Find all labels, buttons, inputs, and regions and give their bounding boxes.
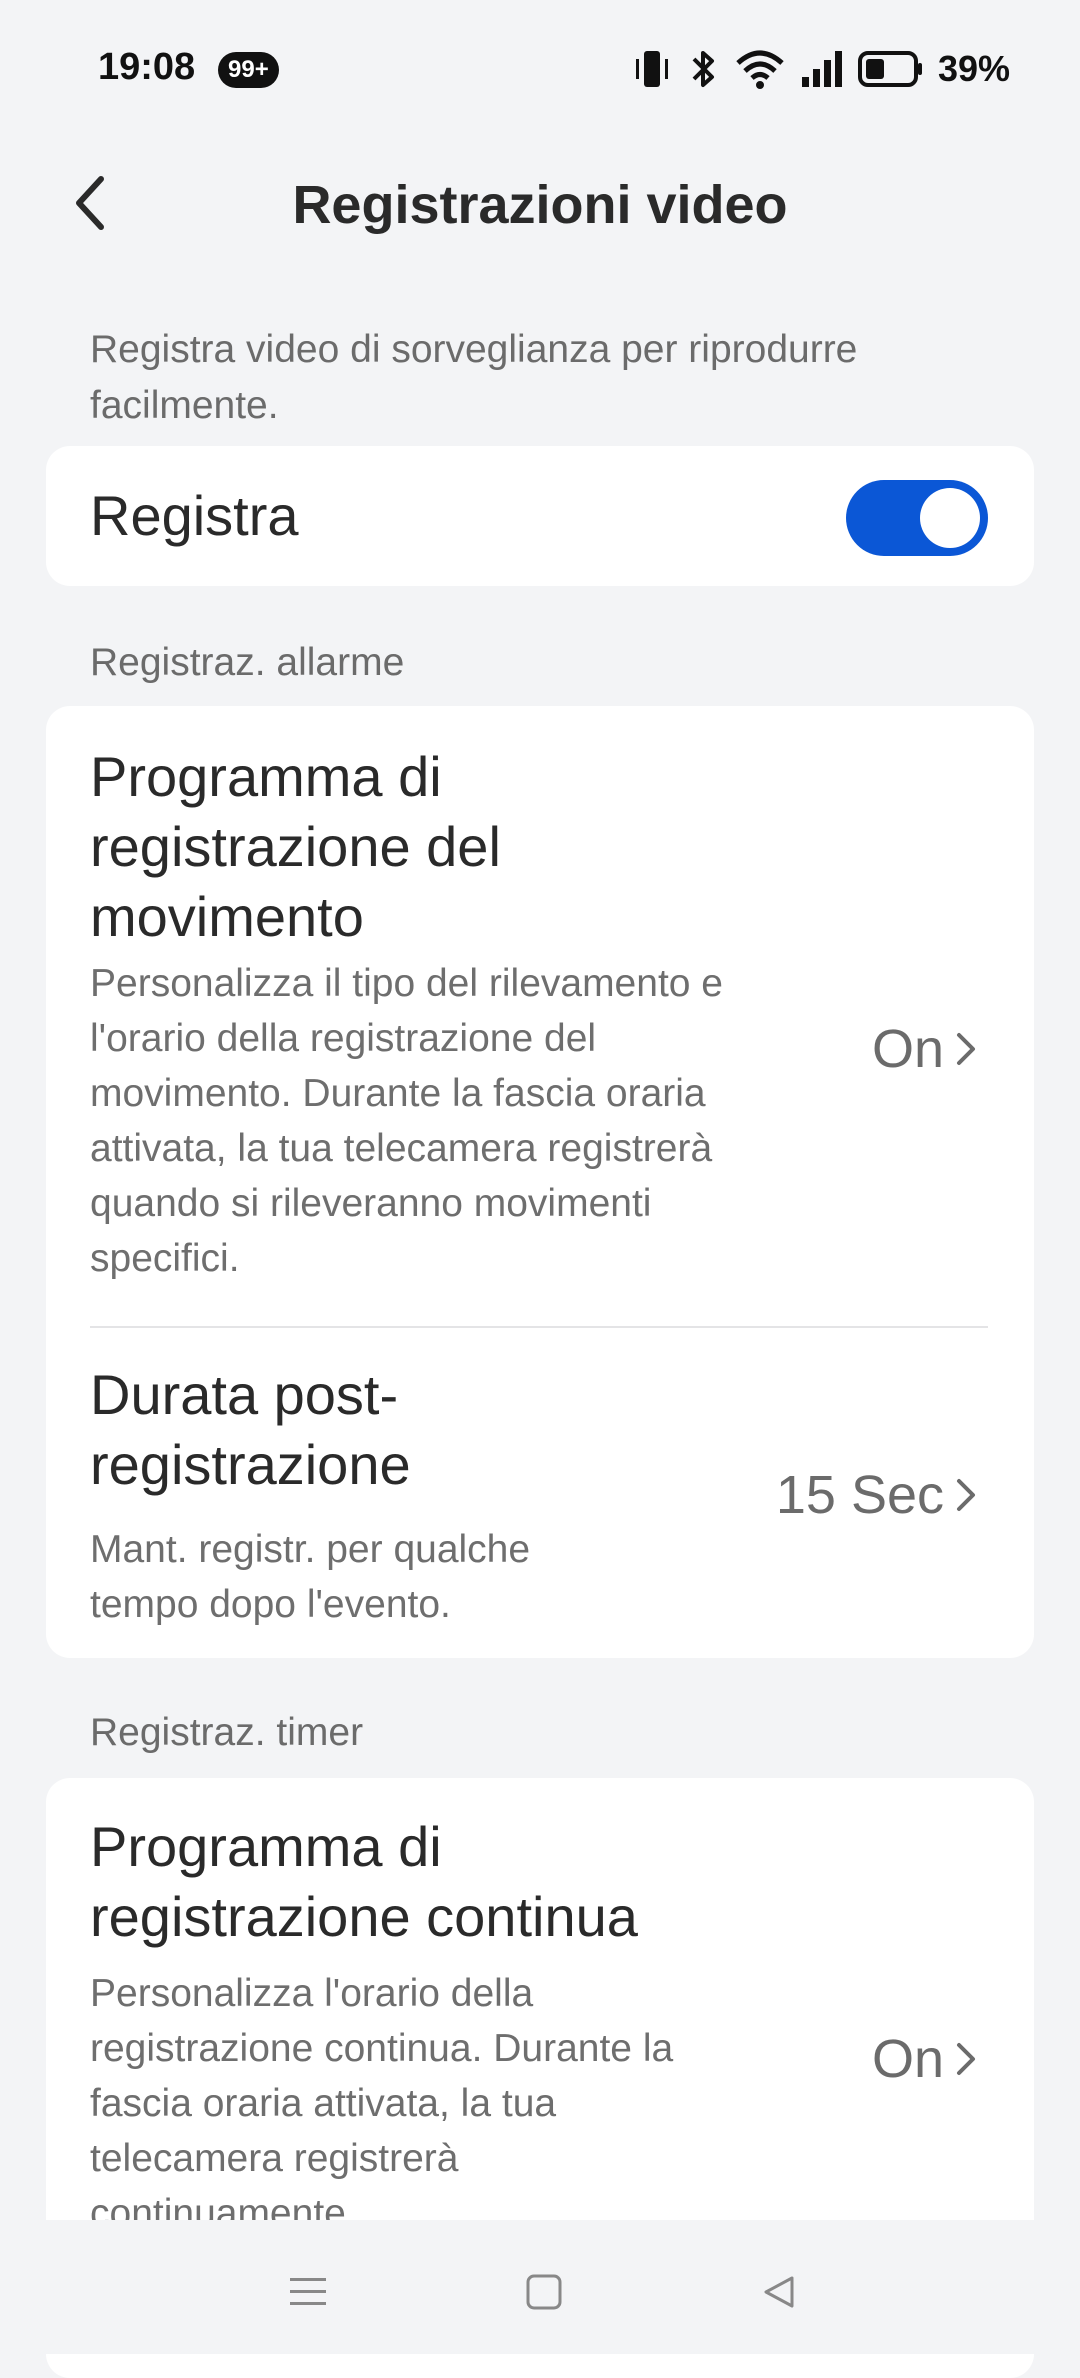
row-title: Programma di registrazione del movimento <box>90 745 501 948</box>
section-label-alarm: Registraz. allarme <box>90 641 405 684</box>
row-value: On <box>872 1018 978 1080</box>
row-description: Mant. registr. per qualche tempo dopo l'… <box>90 1528 531 1626</box>
record-toggle-label: Registra <box>90 484 299 547</box>
page-title: Registrazioni video <box>292 175 788 235</box>
system-nav-bar <box>0 2220 1080 2354</box>
row-value: On <box>872 2028 978 2090</box>
app-header: Registrazioni video <box>0 150 1080 260</box>
battery-percent: 39% <box>937 48 1010 89</box>
home-square-icon <box>524 2272 564 2317</box>
chevron-right-icon <box>954 1029 978 1069</box>
row-title: Programma di registrazione continua <box>90 1815 638 1948</box>
post-recording-duration-row[interactable]: Durata post-registrazione Mant. registr.… <box>46 1360 1034 1650</box>
row-description: Personalizza il tipo del rilevamento e l… <box>90 962 723 1280</box>
vibrate-icon <box>632 47 672 91</box>
chevron-right-icon <box>954 1475 978 1515</box>
notification-badge: 99+ <box>218 52 279 88</box>
status-bar: 19:08 99+ 39% <box>0 0 1080 140</box>
row-value-text: On <box>871 1019 944 1079</box>
back-nav-button[interactable] <box>748 2264 808 2324</box>
home-button[interactable] <box>514 2264 574 2324</box>
record-toggle-card: Registra <box>46 446 1034 586</box>
status-time: 19:08 <box>98 46 196 88</box>
section-label-timer: Registraz. timer <box>90 1711 364 1754</box>
chevron-right-icon <box>954 2039 978 2079</box>
bluetooth-icon <box>686 47 720 91</box>
row-description: Personalizza l'orario della registrazion… <box>90 1972 674 2235</box>
alarm-settings-card: Programma di registrazione del movimento… <box>46 706 1034 1658</box>
record-toggle-switch[interactable] <box>846 480 988 556</box>
intro-text: Registra video di sorveglianza per ripro… <box>90 328 858 427</box>
menu-icon <box>286 2272 330 2317</box>
recents-button[interactable] <box>278 2264 338 2324</box>
row-value-text: On <box>871 2029 944 2089</box>
signal-icon <box>800 47 844 91</box>
row-title: Durata post-registrazione <box>90 1363 411 1496</box>
motion-schedule-row[interactable]: Programma di registrazione del movimento… <box>46 742 1034 1362</box>
toggle-knob <box>920 488 980 548</box>
row-value: 15 Sec <box>776 1464 978 1526</box>
divider <box>90 1326 988 1328</box>
back-triangle-icon <box>758 2272 798 2317</box>
row-value-text: 15 Sec <box>775 1465 944 1525</box>
battery-icon <box>857 49 924 89</box>
wifi-icon <box>734 47 786 91</box>
status-icons: 39% <box>632 44 1010 94</box>
